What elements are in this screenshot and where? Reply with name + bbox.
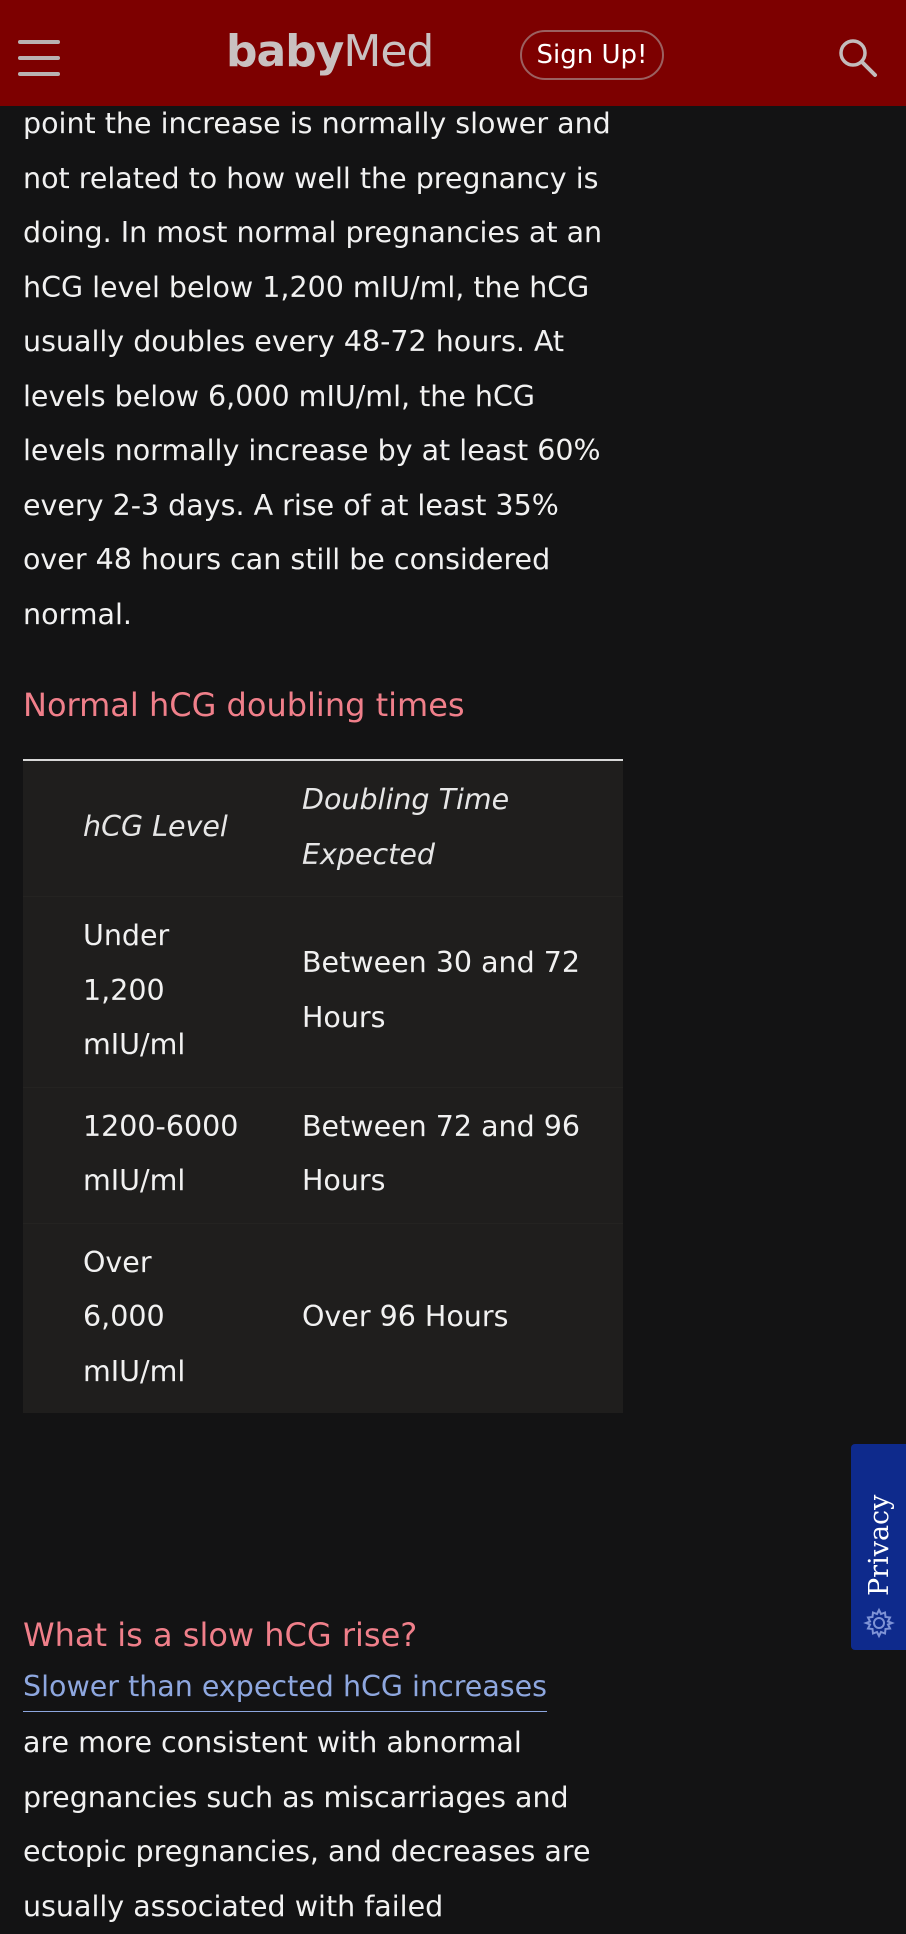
gear-icon	[863, 1607, 895, 1639]
table-row: Over 6,000 mIU/ml Over 96 Hours	[23, 1224, 623, 1414]
search-icon[interactable]	[836, 36, 880, 80]
heading-slow-hcg-rise: What is a slow hCG rise?	[23, 1616, 418, 1654]
table-cell-doubling-time: Over 96 Hours	[302, 1300, 509, 1333]
doubling-times-table: hCG Level Doubling Time Expected Under 1…	[23, 759, 623, 1413]
table-row: Under 1,200 mIU/ml Between 30 and 72 Hou…	[23, 897, 623, 1088]
table-cell-doubling-time: Between 72 and 96 Hours	[302, 1109, 581, 1198]
privacy-settings-button[interactable]: Privacy	[851, 1444, 906, 1650]
table-header-row: hCG Level Doubling Time Expected	[23, 761, 623, 897]
logo-bold-text: baby	[226, 26, 344, 77]
table-cell-hcg-level: 1200-6000 mIU/ml	[83, 1109, 239, 1198]
article-content: point the increase is normally slower an…	[23, 97, 623, 1923]
site-header: babyMed Sign Up!	[0, 0, 906, 106]
logo-light-text: Med	[343, 26, 434, 77]
intro-paragraph: point the increase is normally slower an…	[23, 107, 611, 631]
slow-rise-paragraph: are more consistent with abnormal pregna…	[23, 1726, 591, 1923]
signup-button[interactable]: Sign Up!	[520, 30, 664, 80]
table-cell-hcg-level: Under 1,200 mIU/ml	[83, 919, 186, 1061]
table-cell-doubling-time: Between 30 and 72 Hours	[302, 946, 581, 1034]
privacy-label: Privacy	[864, 1494, 895, 1596]
table-header-doubling-time: Doubling Time Expected	[302, 783, 510, 871]
table-cell-hcg-level: Over 6,000 mIU/ml	[83, 1245, 186, 1388]
table-row: 1200-6000 mIU/ml Between 72 and 96 Hours	[23, 1088, 623, 1224]
table-header-hcg-level: hCG Level	[83, 810, 228, 844]
hamburger-menu-icon[interactable]	[18, 40, 60, 78]
slow-hcg-increases-link[interactable]: Slower than expected hCG increases	[23, 1663, 548, 1712]
heading-doubling-times: Normal hCG doubling times	[23, 686, 465, 724]
site-logo[interactable]: babyMed	[226, 22, 434, 82]
